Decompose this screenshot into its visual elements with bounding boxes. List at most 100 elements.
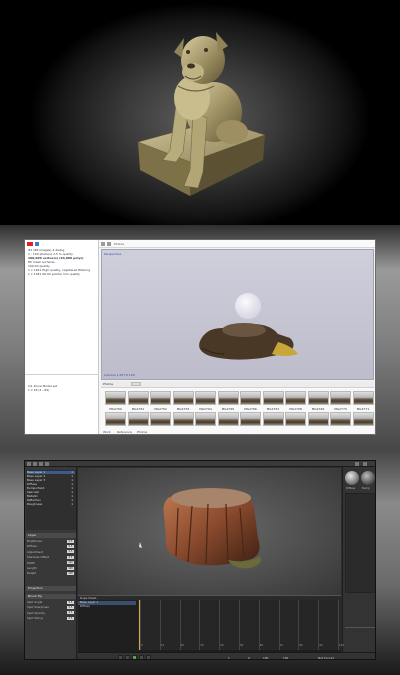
view-icon[interactable] <box>107 242 111 246</box>
material-label: Diffuse <box>346 487 356 490</box>
material-sphere-bump[interactable] <box>361 471 375 485</box>
3d-viewport[interactable] <box>78 468 341 595</box>
length-field[interactable]: 100 <box>283 656 288 660</box>
dope-sheet: Dope Sheet Base Layer 1 Diffuse 0 10 20 30 4… <box>78 595 344 652</box>
material-sphere-diffuse[interactable] <box>345 471 359 485</box>
property-value-field[interactable]: 0.5 <box>67 555 74 559</box>
photo-thumbnail[interactable] <box>172 412 194 426</box>
property-row: Spot Sizing 0.5 <box>27 616 74 620</box>
playhead[interactable] <box>139 600 140 650</box>
photo-thumbnail[interactable] <box>285 391 306 405</box>
section-brush-tip[interactable]: Brush Tip <box>26 594 76 599</box>
property-value-field[interactable]: 100 <box>67 571 74 575</box>
next-frame-button[interactable] <box>139 654 144 659</box>
menu-icon[interactable] <box>101 242 105 246</box>
status-tab-photos[interactable]: Photos <box>137 430 147 434</box>
painter-window: Base Layer 1 1 Base Layer 2 1 Base Layer 31D… <box>24 460 376 660</box>
frame-number: 50 <box>240 644 244 647</box>
last-frame-button[interactable] <box>146 654 151 659</box>
property-value-field[interactable]: 0.5 <box>67 544 74 548</box>
photo-thumbnail[interactable] <box>330 391 351 405</box>
start-field[interactable]: 0 <box>248 656 250 660</box>
stump-point-cloud <box>199 293 298 360</box>
eraser-icon[interactable] <box>39 462 43 466</box>
stump-top <box>171 488 251 508</box>
frame-field[interactable]: 1 <box>228 656 230 660</box>
3d-viewport[interactable]: Perspective Camera 1:05 Fit 100 <box>101 249 374 380</box>
photo-thumbnail[interactable] <box>127 391 149 405</box>
play-button[interactable] <box>132 654 137 659</box>
photo-thumbnail[interactable] <box>150 391 171 405</box>
frame-tick <box>298 600 300 650</box>
brush-icon[interactable] <box>33 462 37 466</box>
divider <box>345 627 375 628</box>
photo-thumbnail[interactable] <box>150 412 171 426</box>
keyframe-area[interactable]: 0 10 20 30 40 50 60 70 80 90 100 <box>138 600 344 650</box>
layer-row[interactable]: Roughness 1 <box>27 502 75 506</box>
folder-icon[interactable] <box>35 242 39 246</box>
end-field[interactable]: 100 <box>263 656 268 660</box>
property-label: Diffuse <box>27 544 37 549</box>
textured-stump <box>139 488 261 569</box>
section-projection[interactable]: Projection <box>26 586 76 591</box>
photo-thumbnail[interactable] <box>217 412 239 426</box>
first-frame-button[interactable] <box>118 654 123 659</box>
photo-thumbnail[interactable] <box>105 412 126 426</box>
property-label: Width <box>27 560 36 565</box>
photo-thumbnail[interactable] <box>285 412 306 426</box>
frame-number: 90 <box>319 644 323 647</box>
prev-frame-button[interactable] <box>125 654 130 659</box>
photo-caption: MG2762 <box>154 406 167 411</box>
fps-field[interactable]: Not Synced <box>318 656 334 660</box>
section-layer[interactable]: Layer <box>26 533 76 538</box>
photo-thumbnail[interactable] <box>307 391 329 405</box>
property-value-field[interactable]: 100 <box>67 561 74 565</box>
status-bar: Work Reference Photos <box>101 429 374 434</box>
property-row: Spot Opacity 0.5 <box>27 611 74 615</box>
fill-icon[interactable] <box>45 462 49 466</box>
photo-thumbnail[interactable] <box>195 391 216 405</box>
status-tab-work[interactable]: Work <box>103 430 111 434</box>
status-tab-reference[interactable]: Reference <box>117 430 132 434</box>
log-line: 1 x 18 (1 - 82) <box>28 388 50 392</box>
photo-thumbnail[interactable] <box>352 412 374 426</box>
property-value-field[interactable]: 100 <box>67 566 74 570</box>
property-value-field[interactable]: 0.5 <box>67 539 74 543</box>
menu-icon[interactable] <box>27 462 31 466</box>
photo-thumbnail[interactable] <box>307 412 329 426</box>
frame-tick <box>179 600 181 650</box>
property-row: Diffuse 0.5 <box>27 544 74 548</box>
settings-icon[interactable] <box>355 462 359 466</box>
property-value-field[interactable]: 0.5 <box>67 611 74 615</box>
timeline-row[interactable]: Diffuse <box>78 604 136 609</box>
photo-thumbnail[interactable] <box>172 391 194 405</box>
photo-thumbnail[interactable] <box>330 412 351 426</box>
property-label: Spot Angle <box>27 600 43 604</box>
photo-thumbnail[interactable] <box>262 391 284 405</box>
photo-thumbnail[interactable] <box>240 391 261 405</box>
property-value-field[interactable]: 0.5 <box>67 616 74 620</box>
property-row: Shadows Offset 0.5 <box>27 555 74 559</box>
dog-nose <box>187 63 195 69</box>
photo-thumbnail[interactable] <box>105 391 126 405</box>
photo-caption: MG2770 <box>334 406 347 411</box>
property-value-field[interactable]: 0.5 <box>67 605 74 609</box>
property-value-field[interactable]: 0.5 <box>67 600 74 604</box>
filter-dropdown[interactable] <box>131 382 141 386</box>
stump-top <box>222 323 266 337</box>
photo-caption: MG2766 <box>244 406 257 411</box>
property-label: Height <box>27 571 37 576</box>
photo-thumbnail[interactable] <box>127 412 149 426</box>
frame-tick <box>159 600 161 650</box>
photo-thumbnail[interactable] <box>262 412 284 426</box>
photo-thumbnail[interactable] <box>195 412 216 426</box>
dog-statue-illustration <box>137 32 266 196</box>
property-value-field[interactable]: 0.5 <box>67 550 74 554</box>
frame-number: 20 <box>180 644 184 647</box>
photo-thumbnail[interactable] <box>352 391 374 405</box>
photo-thumbnail[interactable] <box>240 412 261 426</box>
photo-thumbnail[interactable] <box>217 391 239 405</box>
photo-caption: MG2764 <box>199 406 212 411</box>
close-icon[interactable] <box>363 462 367 466</box>
dog-haunch <box>216 120 248 144</box>
